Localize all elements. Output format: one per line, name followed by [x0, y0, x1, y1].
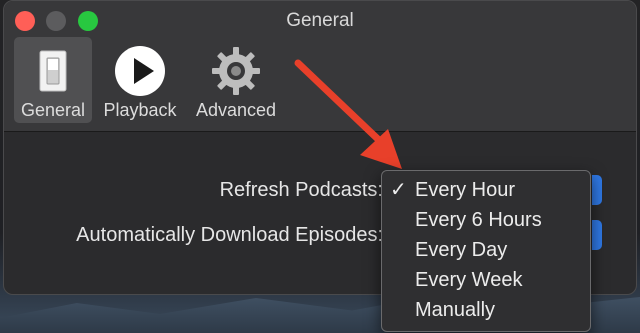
annotation-arrow-icon [294, 59, 402, 169]
window-title: General [286, 10, 354, 31]
menu-item-label: Every Week [415, 269, 523, 291]
menu-item-manually[interactable]: Manually [382, 295, 590, 325]
tab-general[interactable]: General [14, 37, 92, 123]
menu-item-every-week[interactable]: Every Week [382, 265, 590, 295]
checkmark-icon: ✓ [390, 179, 407, 201]
menu-item-label: Every Day [415, 239, 508, 261]
menu-item-every-day[interactable]: Every Day [382, 235, 590, 265]
download-popup-button[interactable] [592, 220, 602, 250]
tab-advanced[interactable]: Advanced [188, 37, 284, 123]
refresh-dropdown-menu: ✓ Every Hour Every 6 Hours Every Day Eve… [381, 170, 591, 332]
tab-advanced-label: Advanced [195, 100, 277, 120]
refresh-popup-button[interactable] [592, 175, 602, 205]
menu-item-label: Manually [415, 299, 496, 321]
menu-item-every-6-hours[interactable]: Every 6 Hours [382, 205, 590, 235]
auto-download-label: Automatically Download Episodes: [76, 224, 383, 246]
gear-icon [212, 47, 260, 95]
switch-icon [39, 50, 67, 92]
tab-playback-label: Playback [103, 100, 177, 120]
menu-item-label: Every 6 Hours [415, 209, 542, 231]
refresh-podcasts-label: Refresh Podcasts: [219, 179, 383, 201]
menu-item-every-hour[interactable]: ✓ Every Hour [382, 175, 590, 205]
play-icon [115, 46, 165, 96]
tab-general-label: General [20, 100, 86, 120]
menu-item-label: Every Hour [415, 179, 516, 201]
tab-playback[interactable]: Playback [96, 37, 184, 123]
